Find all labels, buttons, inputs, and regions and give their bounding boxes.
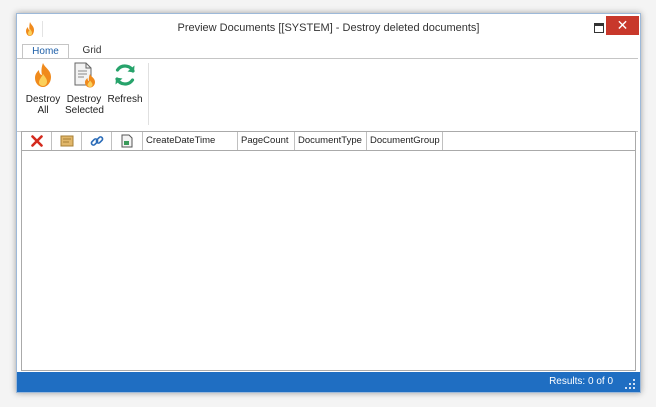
close-icon: ✕	[616, 17, 629, 33]
refresh-label: Refresh	[107, 94, 143, 105]
document-icon	[60, 135, 73, 147]
column-page-count[interactable]: PageCount	[238, 132, 295, 150]
preview-icon	[121, 134, 133, 148]
ribbon-panel: Destroy All Destroy Selected Refresh	[17, 58, 638, 132]
delete-icon	[30, 135, 43, 147]
column-create-date-time[interactable]: CreateDateTime	[143, 132, 238, 150]
window-title: Preview Documents [[SYSTEM] - Destroy de…	[177, 22, 480, 34]
ribbon-group-separator	[148, 63, 149, 125]
document-flame-icon	[74, 62, 95, 88]
column-preview[interactable]	[112, 132, 143, 150]
column-document[interactable]	[52, 132, 82, 150]
destroy-all-label-line1: Destroy	[25, 94, 61, 105]
column-delete[interactable]	[22, 132, 52, 150]
refresh-icon	[115, 64, 135, 86]
destroy-selected-label-line2: Selected	[65, 105, 104, 116]
column-document-type[interactable]: DocumentType	[295, 132, 367, 150]
status-bar: Results: 0 of 0	[17, 372, 640, 392]
destroy-all-label-line2: All	[37, 105, 49, 116]
destroy-all-button[interactable]: Destroy All	[24, 62, 62, 116]
link-icon	[90, 136, 103, 146]
grid-header: CreateDateTime PageCount DocumentType Do…	[22, 132, 635, 151]
close-button[interactable]: ✕	[606, 16, 639, 35]
refresh-button[interactable]: Refresh	[107, 62, 143, 105]
column-document-group[interactable]: DocumentGroup	[367, 132, 443, 150]
ribbon-tabs: Home Grid	[17, 44, 640, 60]
resize-grip-icon[interactable]	[625, 379, 635, 389]
title-bar[interactable]: Preview Documents [[SYSTEM] - Destroy de…	[17, 14, 640, 44]
preview-documents-window: Preview Documents [[SYSTEM] - Destroy de…	[16, 13, 641, 393]
flame-icon	[35, 63, 51, 87]
tab-grid[interactable]: Grid	[77, 44, 107, 58]
maximize-icon	[594, 23, 604, 33]
documents-grid[interactable]: CreateDateTime PageCount DocumentType Do…	[21, 131, 636, 371]
column-link[interactable]	[82, 132, 112, 150]
results-count: Results: 0 of 0	[549, 376, 613, 387]
destroy-selected-button[interactable]: Destroy Selected	[65, 62, 104, 116]
destroy-selected-label-line1: Destroy	[66, 94, 102, 105]
